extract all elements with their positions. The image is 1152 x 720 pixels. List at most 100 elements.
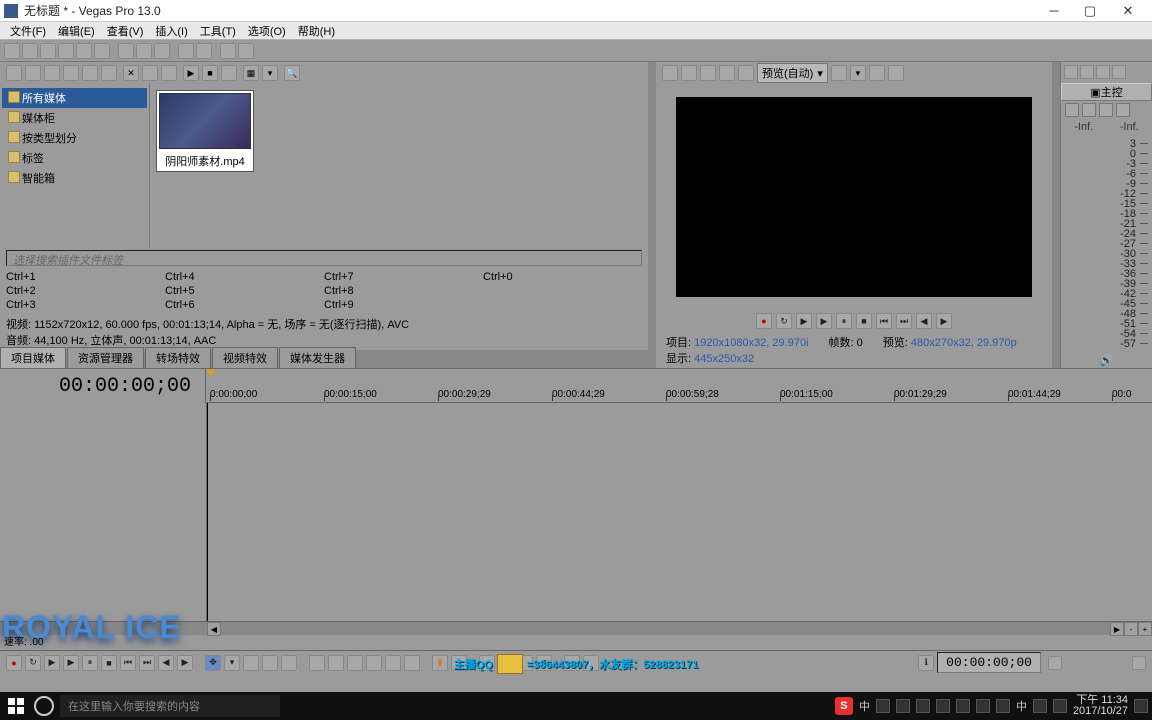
region-icon[interactable] <box>451 655 467 671</box>
menu-view[interactable]: 查看(V) <box>101 21 150 41</box>
taskbar-clock[interactable]: 下午 11:34 2017/10/27 <box>1073 695 1128 717</box>
split-icon[interactable] <box>719 65 735 81</box>
menu-options[interactable]: 选项(O) <box>242 21 292 41</box>
tray-icon[interactable] <box>976 699 990 713</box>
network-icon[interactable] <box>1033 699 1047 713</box>
copy-snap-icon[interactable] <box>869 65 885 81</box>
props-icon[interactable] <box>662 65 678 81</box>
cut-icon[interactable] <box>118 43 134 59</box>
tab-generators[interactable]: 媒体发生器 <box>279 347 356 368</box>
menu-tools[interactable]: 工具(T) <box>194 21 242 41</box>
props-icon[interactable] <box>142 65 158 81</box>
media-thumbnail[interactable]: 阴阳师素材.mp4 <box>156 90 254 172</box>
prev-frame-button[interactable]: ◀ <box>916 313 932 329</box>
vertical-splitter[interactable] <box>648 62 656 368</box>
import-icon[interactable] <box>6 65 22 81</box>
menu-file[interactable]: 文件(F) <box>4 21 52 41</box>
ext-monitor-icon[interactable] <box>681 65 697 81</box>
properties-icon[interactable] <box>76 43 92 59</box>
bottom-timecode[interactable]: 00:00:00;00 <box>937 652 1041 673</box>
render-icon[interactable] <box>58 43 74 59</box>
stop-button[interactable]: ■ <box>101 655 117 671</box>
shortcut[interactable]: Ctrl+9 <box>324 298 483 312</box>
scroll-track[interactable] <box>221 622 1110 635</box>
quantize-icon[interactable] <box>328 655 344 671</box>
go-end-button[interactable]: ⏭ <box>139 655 155 671</box>
tray-icon[interactable] <box>936 699 950 713</box>
record-button[interactable]: ● <box>6 655 22 671</box>
paste-icon[interactable] <box>154 43 170 59</box>
tray-icon[interactable] <box>996 699 1010 713</box>
split-icon[interactable] <box>479 655 495 671</box>
corner-icon[interactable] <box>1048 656 1062 670</box>
menu-insert[interactable]: 插入(I) <box>149 21 193 41</box>
vertical-splitter[interactable] <box>1052 62 1060 368</box>
playhead-marker[interactable] <box>206 369 216 377</box>
maximize-button[interactable]: ▢ <box>1072 0 1108 22</box>
auto-ripple-icon[interactable] <box>347 655 363 671</box>
prev-frame-button[interactable]: ◀ <box>158 655 174 671</box>
minimize-button[interactable]: ─ <box>1036 0 1072 22</box>
meter-tool-icon[interactable] <box>1080 65 1094 79</box>
tray-icon[interactable] <box>876 699 890 713</box>
save-snap-icon[interactable] <box>888 65 904 81</box>
play-start-button[interactable]: ▶ <box>44 655 60 671</box>
thumbnail-area[interactable]: 阴阳师素材.mp4 <box>150 84 648 248</box>
shortcut[interactable]: Ctrl+4 <box>165 270 324 284</box>
tree-item[interactable]: 智能箱 <box>2 168 147 188</box>
lock-icon[interactable] <box>385 655 401 671</box>
marker-icon[interactable]: ▮ <box>432 655 448 671</box>
mute-icon[interactable] <box>1082 103 1096 117</box>
view-icon[interactable]: ▦ <box>243 65 259 81</box>
tab-explorer[interactable]: 资源管理器 <box>67 347 144 368</box>
dropdown-icon[interactable]: ▾ <box>850 65 866 81</box>
scroll-right-icon[interactable]: ▶ <box>1110 622 1124 636</box>
meter-tool-icon[interactable] <box>1096 65 1110 79</box>
help-icon[interactable] <box>238 43 254 59</box>
settings-icon[interactable] <box>94 43 110 59</box>
menu-edit[interactable]: 编辑(E) <box>52 21 101 41</box>
dropdown-icon[interactable]: ▾ <box>262 65 278 81</box>
quality-icon[interactable] <box>738 65 754 81</box>
redo-icon[interactable] <box>196 43 212 59</box>
tool3-icon[interactable] <box>564 655 580 671</box>
master-header[interactable]: ▣ 主控 <box>1061 83 1152 101</box>
web-icon[interactable] <box>63 65 79 81</box>
notification-icon[interactable] <box>1134 699 1148 713</box>
remove-icon[interactable]: ✕ <box>123 65 139 81</box>
tree-root[interactable]: 所有媒体 <box>2 88 147 108</box>
ime-label[interactable]: 中 <box>859 698 870 714</box>
go-start-button[interactable]: ⏮ <box>120 655 136 671</box>
shortcut[interactable]: Ctrl+7 <box>324 270 483 284</box>
safe-icon[interactable] <box>831 65 847 81</box>
meter-tool-icon[interactable] <box>1112 65 1126 79</box>
new-icon[interactable] <box>4 43 20 59</box>
envelope-icon[interactable] <box>243 655 259 671</box>
scan-icon[interactable] <box>44 65 60 81</box>
fx-icon[interactable] <box>1065 103 1079 117</box>
snap-icon[interactable] <box>220 43 236 59</box>
next-frame-button[interactable]: ▶ <box>936 313 952 329</box>
taskbar-search[interactable]: 在这里输入你要搜索的内容 <box>60 695 280 717</box>
ime-label[interactable]: 中 <box>1016 698 1027 714</box>
shortcut[interactable]: Ctrl+6 <box>165 298 324 312</box>
ruler-ticks[interactable]: 0:00:00;0000:00:15;0000:00:29;2900:00:44… <box>206 369 1152 403</box>
tab-videofx[interactable]: 视频特效 <box>212 347 278 368</box>
tool4-icon[interactable] <box>583 655 599 671</box>
preview-screen[interactable] <box>676 97 1032 297</box>
tool1-icon[interactable] <box>517 655 533 671</box>
media-tree[interactable]: 所有媒体 媒体柜 按类型划分 标签 智能箱 <box>0 84 150 248</box>
tray-icon[interactable] <box>896 699 910 713</box>
trim-icon[interactable] <box>498 655 514 671</box>
refresh-icon[interactable] <box>221 65 237 81</box>
auto-crossfade-icon[interactable] <box>366 655 382 671</box>
play-button[interactable]: ▶ <box>816 313 832 329</box>
overlay-icon[interactable] <box>700 65 716 81</box>
play-icon[interactable]: ▶ <box>183 65 199 81</box>
shortcut[interactable]: Ctrl+3 <box>6 298 165 312</box>
dropdown-icon[interactable]: ▾ <box>224 655 240 671</box>
capture-icon[interactable] <box>25 65 41 81</box>
ignore-icon[interactable] <box>404 655 420 671</box>
tray-icon[interactable] <box>916 699 930 713</box>
pause-button[interactable]: ⏸ <box>82 655 98 671</box>
